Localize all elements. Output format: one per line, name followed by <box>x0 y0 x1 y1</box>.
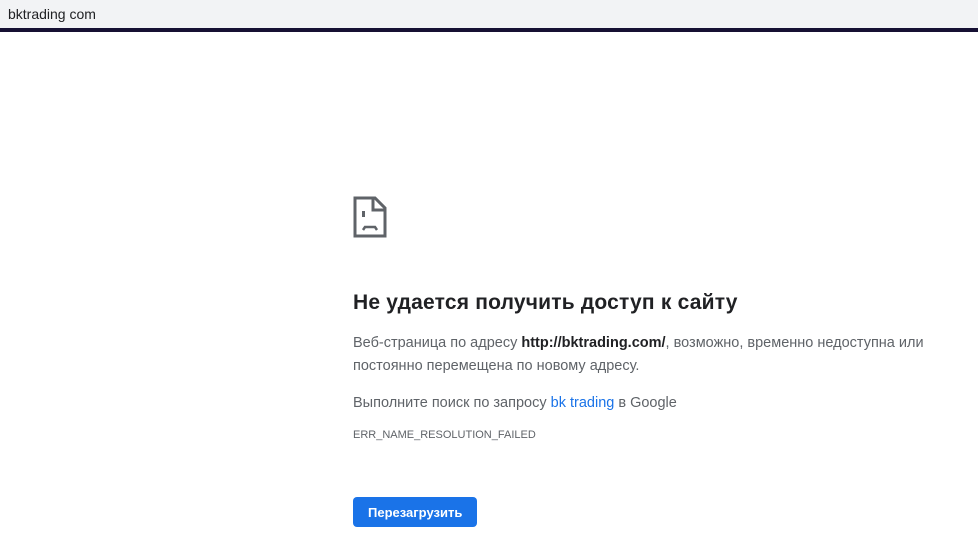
search-suffix: в Google <box>614 395 677 411</box>
error-url: http://bktrading.com/ <box>521 335 666 351</box>
sad-page-icon <box>353 196 387 238</box>
search-prefix: Выполните поиск по запросу <box>353 395 551 411</box>
desc-prefix: Веб-страница по адресу <box>353 335 522 351</box>
search-suggestion: Выполните поиск по запросу bk trading в … <box>353 392 953 415</box>
error-description: Веб-страница по адресу http://bktrading.… <box>353 332 953 378</box>
page-top-border <box>0 28 978 32</box>
error-content: Не удается получить доступ к сайту Веб-с… <box>353 196 953 527</box>
address-bar[interactable]: bktrading com <box>0 0 978 28</box>
reload-button[interactable]: Перезагрузить <box>353 497 478 527</box>
address-text[interactable]: bktrading com <box>8 6 96 22</box>
google-search-link[interactable]: bk trading <box>551 395 615 411</box>
error-code: ERR_NAME_RESOLUTION_FAILED <box>353 429 536 441</box>
error-title: Не удается получить доступ к сайту <box>353 291 738 314</box>
